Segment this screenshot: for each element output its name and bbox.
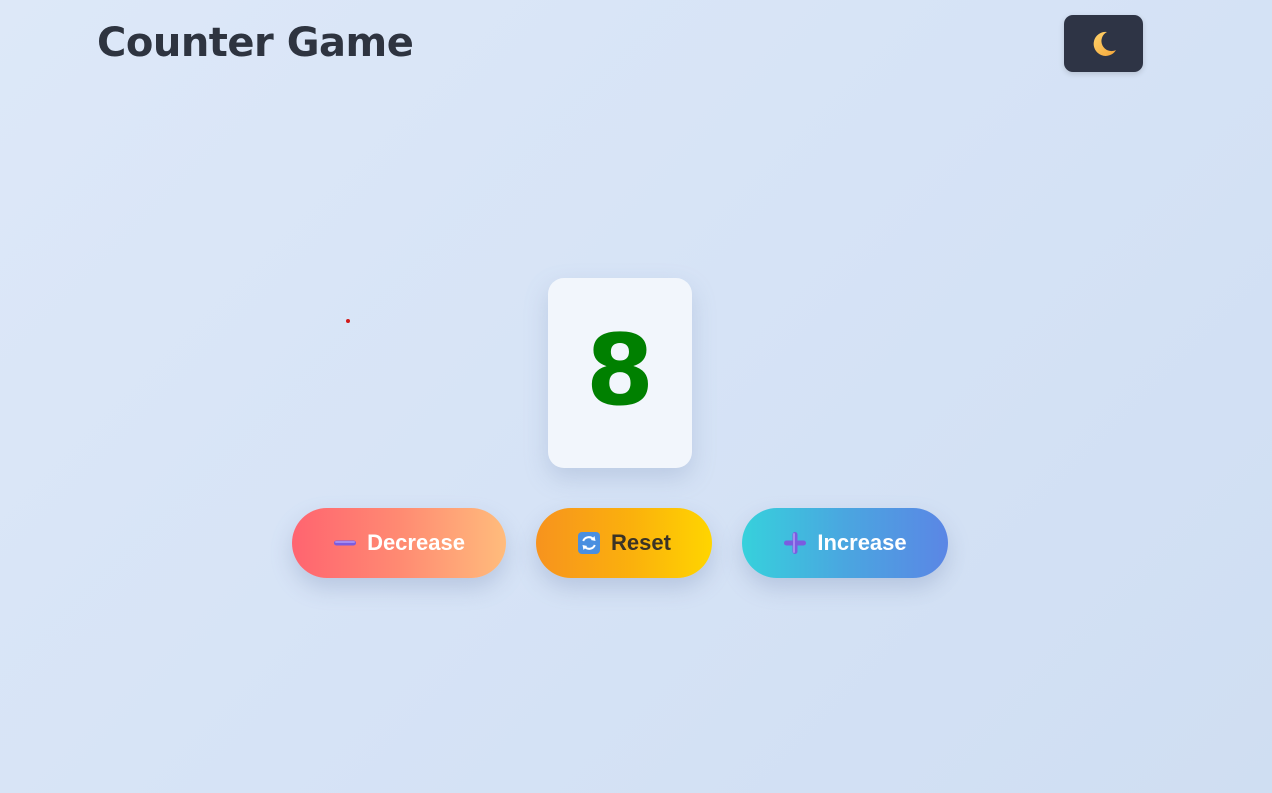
reset-label: Reset (611, 530, 671, 555)
plus-icon (784, 532, 807, 554)
decrease-label: Decrease (367, 530, 465, 555)
reset-button[interactable]: Reset (536, 508, 712, 578)
counter-value: 8 (585, 314, 655, 428)
red-dot-marker (346, 319, 350, 323)
decrease-button[interactable]: Decrease (292, 508, 506, 578)
refresh-icon (578, 532, 601, 554)
minus-icon (334, 540, 357, 546)
page-title: Counter Game (97, 20, 414, 66)
moon-icon (1093, 31, 1116, 56)
counter-display: 8 (548, 278, 692, 468)
increase-button[interactable]: Increase (742, 508, 948, 578)
increase-label: Increase (817, 530, 907, 555)
theme-toggle-button[interactable] (1064, 15, 1143, 72)
